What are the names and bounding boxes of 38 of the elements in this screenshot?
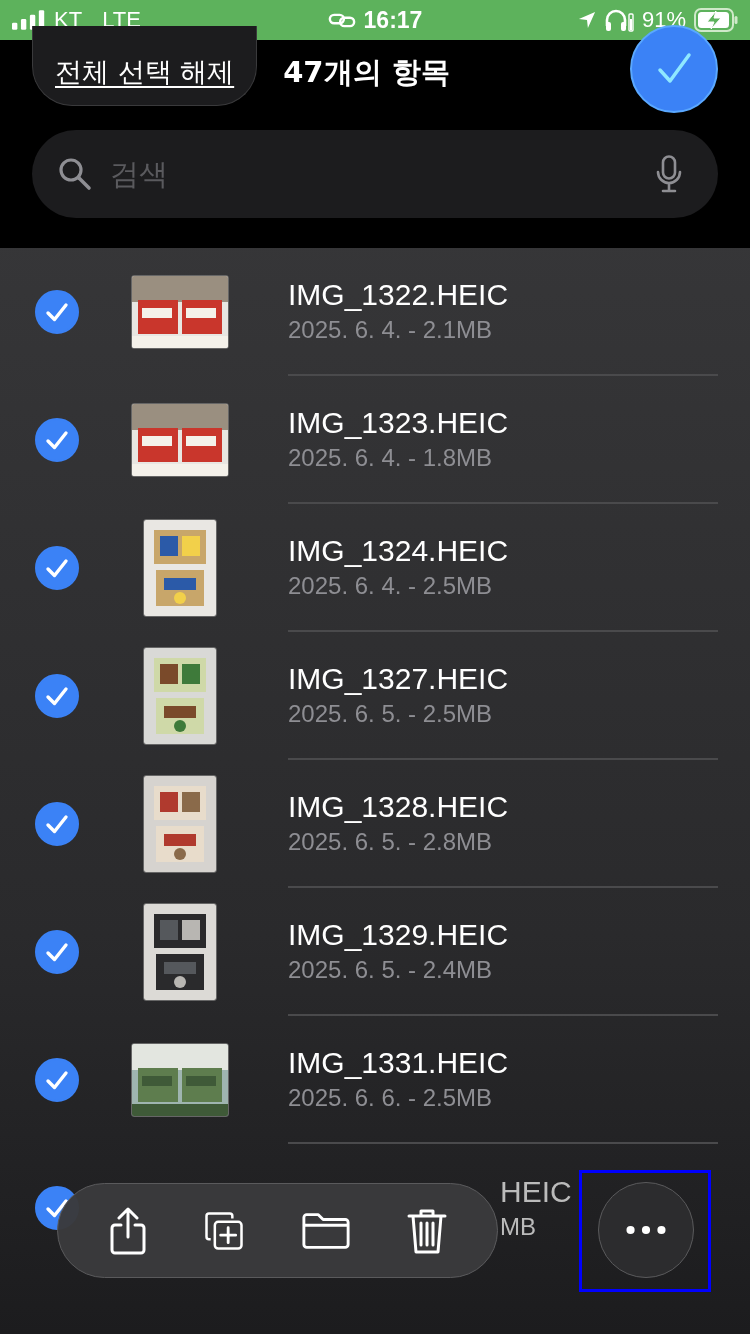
file-details: 2025. 6. 5. - 2.8MB [288, 828, 493, 856]
checkbox[interactable] [35, 546, 79, 590]
headphones-icon [603, 8, 634, 32]
checkbox[interactable] [35, 802, 79, 846]
battery-charging-icon [694, 8, 738, 32]
clock-time: 16:17 [363, 6, 423, 34]
deselect-all-button[interactable]: 전체 선택 해제 [32, 26, 258, 106]
share-icon[interactable] [108, 1206, 149, 1255]
checkbox[interactable] [35, 674, 79, 718]
checkbox[interactable] [35, 1058, 79, 1102]
file-name: IMG_1331.HEIC [288, 1046, 509, 1080]
file-name: IMG_1328.HEIC [288, 790, 509, 824]
file-details: 2025. 6. 5. - 2.4MB [288, 956, 493, 984]
checkbox[interactable] [35, 290, 79, 334]
file-name: HEIC [500, 1175, 572, 1209]
microphone-icon[interactable] [656, 155, 682, 193]
file-name: IMG_1329.HEIC [288, 918, 509, 952]
file-details: 2025. 6. 6. - 2.5MB [288, 1084, 493, 1112]
location-arrow-icon [577, 11, 596, 29]
file-name: IMG_1323.HEIC [288, 406, 509, 440]
search-field[interactable]: 검색 [32, 130, 718, 218]
file-details: MB [500, 1213, 536, 1241]
checkbox[interactable] [35, 418, 79, 462]
file-name: IMG_1327.HEIC [288, 662, 509, 696]
folder-icon[interactable] [300, 1210, 351, 1251]
file-details: 2025. 6. 5. - 2.5MB [288, 700, 493, 728]
file-details: 2025. 6. 4. - 2.5MB [288, 572, 493, 600]
file-details: 2025. 6. 4. - 2.1MB [288, 316, 493, 344]
checkbox[interactable] [35, 930, 79, 974]
file-name: IMG_1322.HEIC [288, 278, 509, 312]
search-input[interactable]: 검색 [108, 156, 640, 192]
file-name: IMG_1324.HEIC [288, 534, 509, 568]
search-icon [58, 157, 92, 191]
item-count: 47개의 항목 [283, 54, 450, 91]
link-icon [327, 12, 356, 28]
battery-percent: 91% [641, 7, 686, 33]
ellipsis-icon [626, 1225, 666, 1235]
file-details: 2025. 6. 4. - 1.8MB [288, 444, 493, 472]
